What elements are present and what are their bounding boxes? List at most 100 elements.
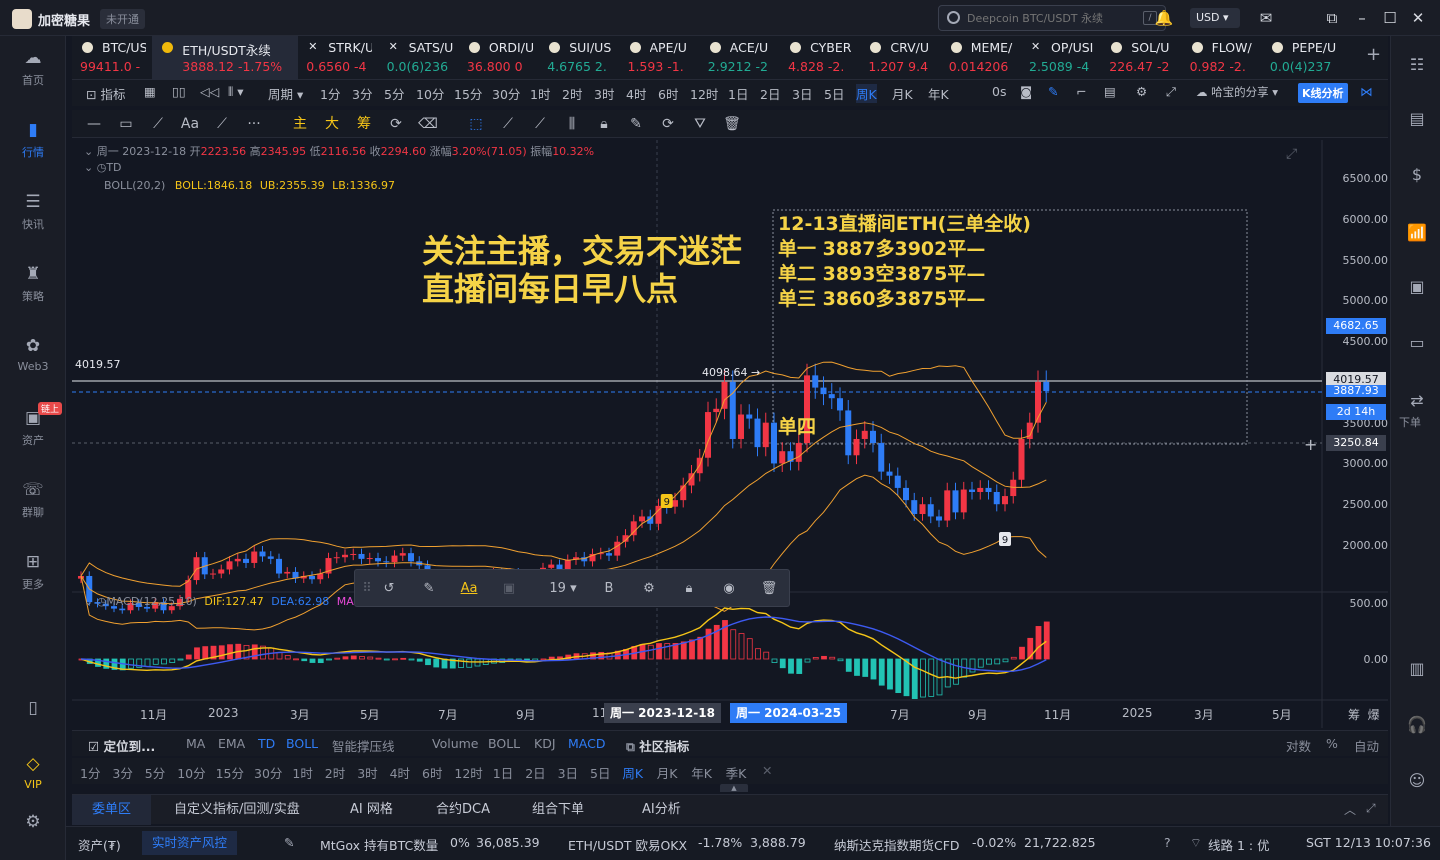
- sidebar-item-5[interactable]: ▣ 资产 链上: [0, 402, 66, 448]
- pencil-icon[interactable]: ✎: [1048, 84, 1058, 99]
- sidebar-item-1[interactable]: ▮ 行情: [0, 120, 66, 160]
- asset-label[interactable]: 资产(₮): [78, 835, 121, 854]
- dollar-icon[interactable]: $: [1406, 164, 1428, 186]
- lock-icon[interactable]: 🔒︎: [594, 114, 614, 134]
- timeframe-tab[interactable]: 10分: [416, 84, 444, 103]
- chip-button[interactable]: 筹: [354, 114, 374, 134]
- bottom-tab[interactable]: 组合下单: [532, 795, 584, 825]
- timeframe-tab[interactable]: 6时: [658, 84, 678, 103]
- share-network-icon[interactable]: ⋈: [1360, 84, 1373, 99]
- signal-icon[interactable]: 📶: [1406, 222, 1428, 244]
- layout-icon[interactable]: ☷: [1406, 54, 1428, 76]
- settings-button[interactable]: ⚙: [0, 812, 66, 836]
- gear-icon[interactable]: ⚙: [1136, 84, 1147, 99]
- timeframe-tab[interactable]: 2时: [562, 84, 582, 103]
- sub-indicator-toggle[interactable]: KDJ: [534, 736, 556, 751]
- fullscreen-icon[interactable]: ⤢: [1286, 146, 1297, 162]
- ticker-tab[interactable]: FLOW/0.982 -2.: [1182, 36, 1262, 80]
- timeframe-tab[interactable]: 1时: [530, 84, 550, 103]
- minimize-icon[interactable]: –: [1352, 8, 1372, 28]
- price-chart[interactable]: 99 ⌄ 周一 2023-12-18 开2223.56 高2345.95 低21…: [72, 140, 1388, 728]
- template-icon[interactable]: ↺: [379, 579, 399, 599]
- calendar-icon[interactable]: ▦: [144, 84, 156, 99]
- risk-control-button[interactable]: 实时资产风控: [142, 831, 238, 855]
- close-icon[interactable]: ✕: [1408, 8, 1428, 28]
- bottom-tab[interactable]: 委单区: [72, 795, 152, 825]
- timeframe-tab[interactable]: 3日: [792, 84, 812, 103]
- panel-icon[interactable]: ▥: [1406, 658, 1428, 680]
- eye-icon[interactable]: ◉: [719, 579, 739, 599]
- quick-timeframe[interactable]: 30分: [254, 763, 282, 782]
- period-select[interactable]: 周期 ▾: [268, 84, 303, 103]
- chart-canvas[interactable]: 99: [72, 140, 1388, 728]
- bottom-tab[interactable]: 自定义指标/回测/实盘: [174, 795, 300, 825]
- quick-timeframe[interactable]: 月K: [657, 763, 678, 782]
- single-four-label[interactable]: 单四: [778, 412, 816, 439]
- kline-analysis-button[interactable]: K线分析: [1298, 83, 1348, 103]
- bottom-tab[interactable]: AI分析: [642, 795, 681, 825]
- brand[interactable]: 加密糖果 未开通: [12, 9, 146, 29]
- chevron-up-icon[interactable]: ︿: [1344, 801, 1356, 818]
- network-line[interactable]: 线路 1 : 优: [1208, 835, 1270, 854]
- expand-icon[interactable]: ⤢: [1166, 84, 1176, 100]
- quick-timeframe[interactable]: 15分: [216, 763, 244, 782]
- timeframe-tab[interactable]: 3时: [594, 84, 614, 103]
- ticker-tab[interactable]: ✕ SATS/U 0.0(6)236: [379, 36, 459, 80]
- timeframe-tab[interactable]: 月K: [892, 84, 913, 103]
- quick-timeframe[interactable]: 周K: [622, 763, 643, 782]
- quick-timeframe[interactable]: 3时: [357, 763, 377, 782]
- main-chip-button[interactable]: 主: [290, 114, 310, 134]
- candle-type-icon[interactable]: ⫴ ▾: [228, 84, 244, 100]
- timeframe-tab[interactable]: 2日: [760, 84, 780, 103]
- screenshot-icon[interactable]: ▤: [1104, 84, 1116, 99]
- currency-select[interactable]: USD ▾: [1190, 8, 1240, 28]
- chip-toggle[interactable]: 筹 爆: [1348, 706, 1380, 723]
- main-indicator-toggle[interactable]: TD: [258, 736, 275, 751]
- ray-icon[interactable]: ⟋: [148, 114, 168, 134]
- zero-seconds[interactable]: 0s: [992, 84, 1006, 99]
- edit-note-icon[interactable]: ✎: [626, 114, 646, 134]
- settings-icon[interactable]: ⚙: [639, 579, 659, 599]
- search-box[interactable]: /: [938, 5, 1166, 31]
- scale-option[interactable]: %: [1326, 736, 1338, 751]
- refresh-icon[interactable]: ⟳: [386, 114, 406, 134]
- ticker-tab[interactable]: SUI/US 4.6765 2.: [539, 36, 619, 80]
- ticker-tab[interactable]: BTC/US 99411.0 -: [72, 36, 152, 80]
- add-alert-icon[interactable]: +: [1304, 435, 1317, 454]
- bg-color-icon[interactable]: ▣: [499, 579, 519, 599]
- timeframe-tab[interactable]: 年K: [928, 84, 949, 103]
- ticker-tab[interactable]: ✕ OP/USI 2.5089 -4: [1021, 36, 1101, 80]
- sidebar-item-0[interactable]: ☁ 首页: [0, 48, 66, 88]
- indicator-button[interactable]: ⊡ 指标: [86, 84, 125, 103]
- ticker-tab[interactable]: PEPE/U 0.0(4)237: [1262, 36, 1342, 80]
- maximize-icon[interactable]: ☐: [1380, 8, 1400, 28]
- quick-timeframe[interactable]: 6时: [422, 763, 442, 782]
- ticker-tab[interactable]: CRV/U 1.207 9.4: [860, 36, 940, 80]
- rectangle-icon[interactable]: ▭: [116, 114, 136, 134]
- text-tool-icon[interactable]: Aa: [180, 114, 200, 134]
- phone-button[interactable]: ▯: [0, 698, 66, 722]
- collapse-handle-icon[interactable]: ▲: [720, 784, 748, 792]
- order-icon[interactable]: ⇄: [1406, 390, 1428, 412]
- measure-icon[interactable]: ⟋: [530, 114, 550, 134]
- ruler-icon[interactable]: ⟋: [498, 114, 518, 134]
- order-label[interactable]: 下单: [1399, 414, 1421, 430]
- timeframe-tab[interactable]: 12时: [690, 84, 718, 103]
- main-indicator-toggle[interactable]: MA: [186, 736, 205, 751]
- quick-timeframe[interactable]: 4时: [390, 763, 410, 782]
- big-chip-button[interactable]: 大: [322, 114, 342, 134]
- ticker-tab[interactable]: ACE/U 2.9212 -2: [700, 36, 780, 80]
- trade-notes[interactable]: 12-13直播间ETH(三单全收) 单一 3887多3902平— 单二 3893…: [778, 212, 1031, 312]
- window-detach-icon[interactable]: ⧉: [1322, 8, 1342, 28]
- trash-icon[interactable]: 🗑︎: [722, 114, 742, 134]
- quick-timeframe[interactable]: 12时: [454, 763, 482, 782]
- quick-timeframe[interactable]: 2日: [525, 763, 545, 782]
- sidebar-item-3[interactable]: ♜ 策略: [0, 264, 66, 304]
- help-icon[interactable]: ?: [1164, 835, 1171, 850]
- card-icon[interactable]: ▭: [1406, 332, 1428, 354]
- main-indicator-toggle[interactable]: 智能撑压线: [332, 736, 395, 755]
- mtgox-label[interactable]: MtGox 持有BTC数量: [320, 835, 438, 854]
- ticker-tab[interactable]: SOL/U 226.47 -2: [1101, 36, 1181, 80]
- quick-timeframe[interactable]: 3日: [558, 763, 578, 782]
- magnet-icon[interactable]: ⟳: [658, 114, 678, 134]
